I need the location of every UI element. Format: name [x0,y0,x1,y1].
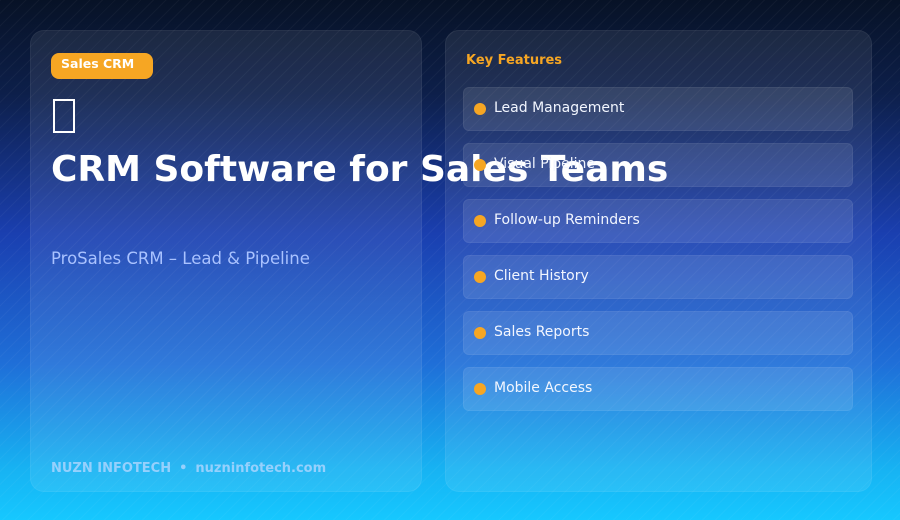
bullet-dot-icon [474,159,486,171]
feature-item-follow-up-reminders: Follow-up Reminders [463,199,853,243]
features-card: Key Features Lead Management Visual Pipe… [445,30,872,492]
feature-item-client-history: Client History [463,255,853,299]
feature-label: Sales Reports [494,324,590,340]
feature-item-visual-pipeline: Visual Pipeline [463,143,853,187]
footer-separator: • [179,461,188,476]
feature-label: Mobile Access [494,380,593,396]
feature-label: Lead Management [494,100,625,116]
features-heading: Key Features [466,53,563,68]
feature-label: Visual Pipeline [494,156,596,172]
page-title: CRM Software for Sales Teams [51,147,668,193]
bullet-dot-icon [474,215,486,227]
footer-brand: NUZN INFOTECH • nuzninfotech.com [51,461,326,476]
feature-item-sales-reports: Sales Reports [463,311,853,355]
category-badge: Sales CRM [51,53,153,79]
bullet-dot-icon [474,103,486,115]
feature-item-mobile-access: Mobile Access [463,367,853,411]
broken-image-icon [53,99,75,133]
feature-label: Client History [494,268,589,284]
bullet-dot-icon [474,327,486,339]
hero-card: Sales CRM CRM Software for Sales Teams P… [30,30,668,492]
bullet-dot-icon [474,271,486,283]
feature-label: Follow-up Reminders [494,212,640,228]
bullet-dot-icon [474,383,486,395]
page-subtitle: ProSales CRM – Lead & Pipeline [51,249,310,268]
website-link[interactable]: nuzninfotech.com [195,461,326,476]
company-name: NUZN INFOTECH [51,461,172,476]
feature-item-lead-management: Lead Management [463,87,853,131]
